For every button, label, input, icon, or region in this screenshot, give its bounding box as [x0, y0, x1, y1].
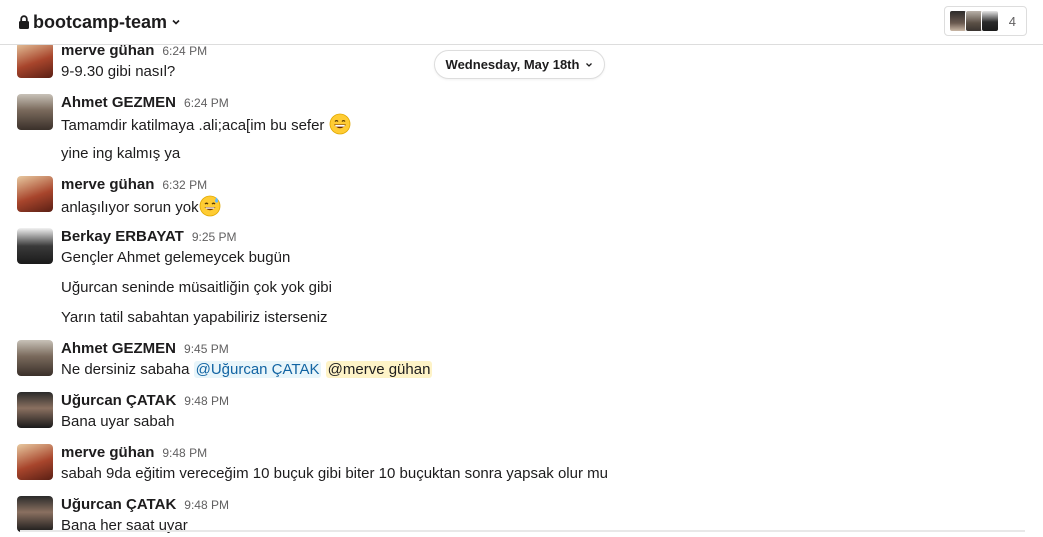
message-timestamp[interactable]: 6:32 PM	[162, 178, 207, 192]
member-count: 4	[1008, 13, 1016, 29]
member-avatar-icon	[980, 10, 999, 32]
channel-title-button[interactable]: bootcamp-team	[18, 10, 181, 34]
avatar[interactable]	[17, 496, 53, 532]
message-timestamp[interactable]: 6:24 PM	[162, 44, 207, 58]
date-divider-label: Wednesday, May 18th	[445, 57, 580, 72]
chevron-down-icon	[586, 62, 593, 67]
message-text: sabah 9da eğitim vereceğim 10 buçuk gibi…	[61, 465, 608, 482]
message-text: yine ing kalmış ya	[61, 145, 181, 162]
message-text: anlaşılıyor sorun yok	[61, 195, 221, 219]
sender-name[interactable]: Uğurcan ÇATAK	[61, 496, 176, 513]
sweat-smile-emoji-icon	[199, 195, 220, 217]
sender-name[interactable]: Ahmet GEZMEN	[61, 340, 176, 357]
message-text: Yarın tatil sabahtan yapabiliriz isterse…	[61, 309, 328, 326]
message-timestamp[interactable]: 9:48 PM	[184, 498, 229, 512]
sender-name[interactable]: Berkay ERBAYAT	[61, 228, 184, 245]
message-timestamp[interactable]: 9:48 PM	[162, 446, 207, 460]
message-text: Ne dersiniz sabaha @Uğurcan ÇATAK @merve…	[61, 359, 433, 381]
message-timestamp[interactable]: 6:24 PM	[184, 96, 229, 110]
grinning-emoji-icon	[329, 113, 351, 135]
avatar[interactable]	[17, 228, 53, 264]
avatar[interactable]	[17, 42, 53, 78]
message-text: Gençler Ahmet gelemeycek bugün	[61, 249, 291, 266]
avatar[interactable]	[17, 392, 53, 428]
channel-header: bootcamp-team 4	[0, 0, 1043, 45]
avatar[interactable]	[17, 340, 53, 376]
members-button[interactable]: 4	[943, 6, 1027, 36]
sender-name[interactable]: merve gühan	[61, 444, 154, 461]
lock-icon	[19, 15, 29, 29]
chevron-down-icon	[172, 19, 180, 25]
message-text: 9-9.30 gibi nasıl?	[61, 63, 176, 80]
message-text: Bana her saat uyar	[61, 517, 188, 534]
sender-name[interactable]: Uğurcan ÇATAK	[61, 392, 176, 409]
avatar[interactable]	[17, 176, 53, 212]
user-mention-self[interactable]: @merve gühan	[325, 361, 433, 378]
message-text-content: Tamamdir katilmaya .ali;aca[im bu sefer	[61, 117, 325, 134]
user-mention[interactable]: @Uğurcan ÇATAK	[193, 361, 322, 378]
message-timestamp[interactable]: 9:48 PM	[184, 394, 229, 408]
avatar[interactable]	[17, 444, 53, 480]
avatar[interactable]	[17, 94, 53, 130]
sender-name[interactable]: merve gühan	[61, 176, 154, 193]
channel-name: bootcamp-team	[33, 11, 168, 32]
message-text: Uğurcan seninde müsaitliğin çok yok gibi	[61, 279, 332, 296]
sender-name[interactable]: Ahmet GEZMEN	[61, 94, 176, 111]
message-timestamp[interactable]: 9:45 PM	[184, 342, 229, 356]
message-text: Tamamdir katilmaya .ali;aca[im bu sefer	[61, 113, 351, 137]
date-divider-button[interactable]: Wednesday, May 18th	[434, 50, 605, 79]
message-timestamp[interactable]: 9:25 PM	[192, 230, 237, 244]
message-text-content: Ne dersiniz sabaha	[61, 361, 190, 378]
message-text: Bana uyar sabah	[61, 413, 175, 430]
message-text-content: anlaşılıyor sorun yok	[61, 199, 199, 216]
